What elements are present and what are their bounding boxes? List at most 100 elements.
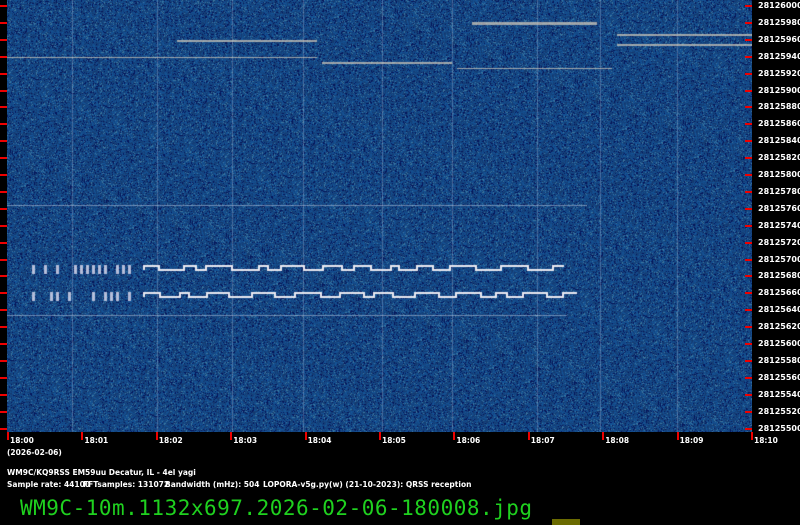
freq-tick [745, 309, 752, 312]
software-info: LOPORA-v5g.py(w) (21-10-2023): QRSS rece… [263, 480, 472, 489]
freq-tick [0, 123, 7, 126]
freq-label: 28125900 [758, 85, 800, 95]
freq-tick [0, 224, 7, 227]
freq-tick [0, 207, 7, 210]
freq-label: 28125720 [758, 237, 800, 247]
freq-tick [745, 292, 752, 295]
freq-tick [745, 326, 752, 329]
time-label: 18:10 [754, 436, 778, 445]
time-tick [304, 432, 307, 440]
freq-tick [745, 140, 752, 143]
freq-tick [0, 275, 7, 278]
freq-tick [0, 89, 7, 92]
time-tick [81, 432, 84, 440]
time-label: 18:02 [158, 436, 183, 445]
freq-tick [745, 55, 752, 58]
freq-tick [745, 106, 752, 109]
time-label: 18:09 [679, 436, 704, 445]
freq-label: 28125820 [758, 153, 800, 163]
freq-tick [0, 326, 7, 329]
time-label: 18:00 [10, 436, 34, 445]
freq-tick [745, 207, 752, 210]
freq-tick [0, 393, 7, 396]
freq-label: 28125760 [758, 203, 800, 213]
freq-label: 28125700 [758, 254, 800, 264]
freq-label: 28125640 [758, 305, 800, 315]
time-label: 18:04 [307, 436, 332, 445]
time-tick [230, 432, 233, 440]
time-label: 18:03 [233, 436, 258, 445]
freq-tick [745, 359, 752, 362]
freq-label: 28125940 [758, 51, 800, 61]
freq-label: 28125740 [758, 220, 800, 230]
time-tick [602, 432, 605, 440]
date-label: (2026-02-06) [7, 448, 62, 457]
freq-tick [0, 140, 7, 143]
freq-label: 28125800 [758, 170, 800, 179]
freq-tick [745, 410, 752, 413]
freq-tick [745, 376, 752, 379]
time-tick [676, 432, 679, 440]
freq-label: 28125560 [758, 372, 800, 382]
freq-tick [0, 309, 7, 312]
freq-tick [745, 38, 752, 41]
freq-tick [745, 224, 752, 227]
freq-tick [0, 359, 7, 362]
freq-label: 28125920 [758, 68, 800, 78]
freq-tick [0, 38, 7, 41]
freq-label: 28125980 [758, 17, 800, 27]
freq-tick [745, 21, 752, 24]
freq-tick [0, 157, 7, 160]
freq-tick [745, 89, 752, 92]
time-tick [155, 432, 158, 440]
freq-tick [0, 190, 7, 193]
freq-tick [745, 190, 752, 193]
freq-tick [745, 258, 752, 261]
freq-tick [745, 174, 752, 176]
time-tick [527, 432, 530, 440]
time-tick [453, 432, 456, 440]
freq-tick [745, 157, 752, 160]
freq-tick [745, 275, 752, 278]
freq-tick [0, 5, 7, 7]
freq-label: 28126000 [758, 1, 800, 10]
freq-tick [0, 106, 7, 109]
freq-tick [0, 55, 7, 58]
freq-tick [0, 343, 7, 345]
bandwidth: Bandwidth (mHz): 504 [165, 480, 260, 489]
freq-tick [0, 410, 7, 413]
time-label: 18:08 [605, 436, 630, 445]
fft-samples: FFTsamples: 131072 [83, 480, 170, 489]
freq-tick [745, 5, 752, 7]
freq-tick [745, 393, 752, 396]
freq-label: 28125620 [758, 322, 800, 332]
freq-label: 28125520 [758, 406, 800, 416]
time-tick [379, 432, 381, 440]
freq-tick [0, 241, 7, 244]
freq-tick [745, 241, 752, 244]
freq-label: 28125880 [758, 102, 800, 112]
sample-rate: Sample rate: 44100 [7, 480, 91, 489]
time-label: 18:05 [382, 436, 406, 445]
freq-label: 28125500 [758, 423, 800, 433]
filename-caption: WM9C-10m.1132x697.2026-02-06-180008.jpg [20, 496, 533, 520]
freq-tick [745, 427, 752, 430]
time-tick [7, 432, 9, 440]
freq-tick [0, 21, 7, 24]
freq-label: 28125600 [758, 339, 800, 348]
freq-label: 28125660 [758, 288, 800, 298]
freq-tick [745, 72, 752, 75]
freq-tick [0, 427, 7, 430]
status-block [552, 519, 580, 525]
time-label: 18:01 [84, 436, 109, 445]
freq-tick [0, 292, 7, 295]
freq-label: 28125960 [758, 34, 800, 44]
freq-label: 28125840 [758, 136, 800, 146]
freq-tick [0, 376, 7, 379]
freq-tick [745, 343, 752, 345]
freq-label: 28125680 [758, 271, 800, 281]
time-tick [751, 432, 753, 440]
freq-label: 28125780 [758, 186, 800, 196]
freq-label: 28125540 [758, 389, 800, 399]
freq-label: 28125860 [758, 119, 800, 129]
